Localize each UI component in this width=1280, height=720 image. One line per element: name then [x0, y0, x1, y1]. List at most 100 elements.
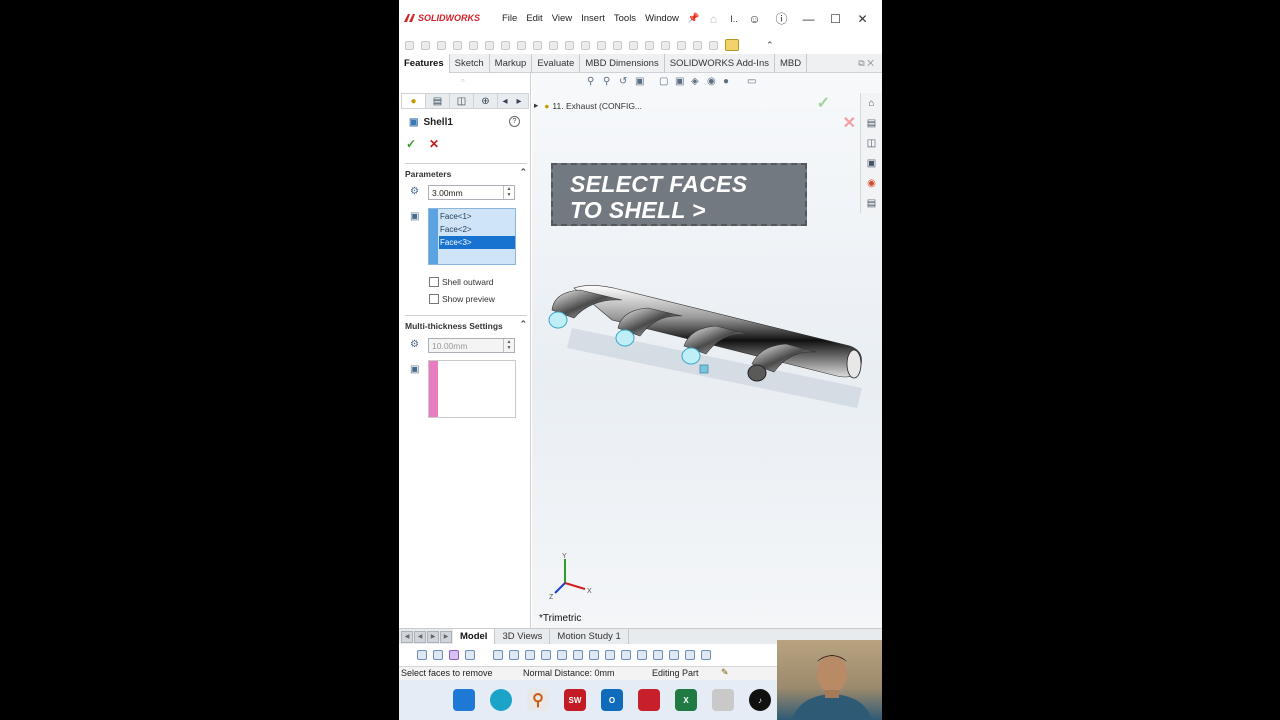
windows-start-icon[interactable]	[453, 689, 475, 711]
solidworks-icon[interactable]: SW	[564, 689, 586, 711]
tab-mbd[interactable]: MBD	[775, 54, 808, 73]
checkbox-box[interactable]	[429, 294, 439, 304]
design-library-icon[interactable]: ▤	[861, 113, 882, 133]
filter-faces-icon[interactable]	[433, 650, 443, 660]
filter-curves-icon[interactable]	[605, 650, 615, 660]
solidworks-resources-icon[interactable]: ⌂	[861, 93, 882, 113]
menu-tools[interactable]: Tools	[614, 13, 636, 24]
feature-tree-tab-icon[interactable]: ●	[402, 94, 426, 108]
notepad-icon[interactable]	[712, 689, 734, 711]
next-tab-icon[interactable]: ▶	[427, 630, 439, 643]
tiktok-icon[interactable]: ♪	[749, 689, 771, 711]
section-view-icon[interactable]: ▣	[635, 76, 649, 87]
tab-model[interactable]: Model	[453, 628, 496, 645]
filter-select-icon[interactable]	[493, 650, 503, 660]
filter-sketch-points-icon[interactable]	[509, 650, 519, 660]
filter-planes-icon[interactable]	[541, 650, 551, 660]
multi-thickness-spinner[interactable]: ▲ ▼	[503, 339, 514, 352]
tab-features[interactable]: Features	[399, 54, 450, 73]
file-explorer-icon[interactable]: ◫	[861, 133, 882, 153]
filter-axes-icon[interactable]	[589, 650, 599, 660]
collapse-chevron-icon[interactable]: ⌃	[519, 167, 527, 178]
zoom-to-fit-icon[interactable]: ⚲	[587, 76, 601, 87]
tab-evaluate[interactable]: Evaluate	[532, 54, 581, 73]
pm-splitter-handle[interactable]: ○	[461, 78, 465, 84]
filter-edges-icon[interactable]	[417, 650, 427, 660]
pm-tabs-scroll-icon[interactable]: ◂	[498, 94, 512, 108]
excel-icon[interactable]: X	[675, 689, 697, 711]
intersect-icon[interactable]	[661, 40, 670, 50]
user-icon[interactable]: ☺	[741, 12, 768, 26]
selected-face-2[interactable]	[615, 329, 635, 347]
menu-file[interactable]: File	[502, 13, 517, 24]
expand-arrow-icon[interactable]: ▸	[534, 100, 538, 111]
show-preview-checkbox[interactable]: Show preview	[429, 294, 495, 304]
prev-tab-icon[interactable]: ◀	[414, 630, 426, 643]
rebuild-icon[interactable]: ✎	[721, 667, 729, 678]
close-button[interactable]: ✕	[849, 12, 876, 26]
cut-sweep-icon[interactable]	[533, 40, 542, 50]
confirmation-cancel-icon[interactable]: ✕	[843, 113, 856, 133]
unselected-face-4[interactable]	[747, 364, 767, 382]
apply-scene-icon[interactable]: ●	[723, 76, 737, 87]
loft-icon[interactable]	[453, 40, 462, 50]
last-tab-icon[interactable]: ▶	[440, 630, 452, 643]
view-orientation-icon[interactable]: ▢	[659, 76, 673, 87]
view-palette-icon[interactable]: ▣	[861, 153, 882, 173]
filter-dimensions-icon[interactable]	[525, 650, 535, 660]
configuration-manager-tab-icon[interactable]: ◫	[450, 94, 474, 108]
tab-sketch[interactable]: Sketch	[450, 54, 490, 73]
extrude-icon[interactable]	[405, 40, 414, 50]
filter-dropdown-icon[interactable]	[481, 650, 487, 660]
draft-icon[interactable]	[613, 40, 622, 50]
hide-show-icon[interactable]: ◈	[691, 76, 705, 87]
pin-icon[interactable]: 📌	[688, 13, 700, 24]
filter-midpoints-icon[interactable]	[621, 650, 631, 660]
filter-vertices-icon[interactable]	[465, 650, 475, 660]
previous-view-icon[interactable]: ↺	[619, 76, 633, 87]
menu-edit[interactable]: Edit	[526, 13, 542, 24]
rib-icon[interactable]	[597, 40, 606, 50]
instant3d-icon[interactable]	[709, 40, 718, 50]
reference-geometry-icon[interactable]	[677, 40, 686, 50]
menu-view[interactable]: View	[552, 13, 572, 24]
minimize-button[interactable]: —	[795, 12, 822, 26]
pattern-icon[interactable]	[581, 40, 590, 50]
filter-centermarks-icon[interactable]	[637, 650, 647, 660]
dimxpert-tab-icon[interactable]: ⊕	[474, 94, 498, 108]
multi-thickness-header[interactable]: Multi-thickness Settings ⌃	[405, 315, 527, 331]
ok-button[interactable]: ✓	[406, 137, 416, 151]
sweep-icon[interactable]	[437, 40, 446, 50]
cancel-button[interactable]: ✕	[429, 137, 439, 151]
pm-help-icon[interactable]: ?	[509, 116, 520, 127]
selected-face-3[interactable]	[681, 347, 701, 365]
edge-icon[interactable]	[490, 689, 512, 711]
tab-mbd-dimensions[interactable]: MBD Dimensions	[580, 54, 665, 73]
tab-motion-study[interactable]: Motion Study 1	[550, 628, 629, 645]
wrap-icon[interactable]	[645, 40, 654, 50]
graphics-area[interactable]: ⚲ ⚲ ↺ ▣ ▢ ▣ ◈ ◉ ● ▭ ▸ ● 11. Exhaust (CON…	[532, 73, 882, 628]
zoom-area-icon[interactable]: ⚲	[603, 76, 617, 87]
feature-tree-flyout[interactable]: ▸ ● 11. Exhaust (CONFIG...	[534, 100, 642, 111]
faces-to-remove-list[interactable]: Face<1> Face<2> Face<3>	[428, 208, 516, 265]
help-icon[interactable]: ⓘ	[768, 10, 795, 27]
filter-annotations-icon[interactable]	[685, 650, 695, 660]
filter-welds-icon[interactable]	[653, 650, 663, 660]
tab-markup[interactable]: Markup	[490, 54, 533, 73]
view-settings-icon[interactable]: ▭	[747, 76, 761, 87]
tab-window-controls[interactable]: ⧉ ✕	[858, 58, 874, 69]
menu-insert[interactable]: Insert	[581, 13, 605, 24]
shell-icon[interactable]	[629, 40, 638, 50]
hole-wizard-icon[interactable]	[501, 40, 510, 50]
cut-loft-icon[interactable]	[549, 40, 558, 50]
collapse-toolbar-icon[interactable]: ⌃	[766, 40, 774, 51]
filter-more-icon[interactable]	[701, 650, 711, 660]
selected-face-1[interactable]	[548, 311, 568, 329]
outlook-icon[interactable]: O	[601, 689, 623, 711]
collapse-chevron-icon[interactable]: ⌃	[519, 319, 527, 330]
edit-appearance-icon[interactable]: ◉	[707, 76, 721, 87]
exhaust-part-model[interactable]	[532, 268, 872, 438]
curves-icon[interactable]	[693, 40, 702, 50]
appearances-icon[interactable]: ◉	[861, 173, 882, 193]
face-item-selected[interactable]: Face<3>	[439, 236, 515, 249]
